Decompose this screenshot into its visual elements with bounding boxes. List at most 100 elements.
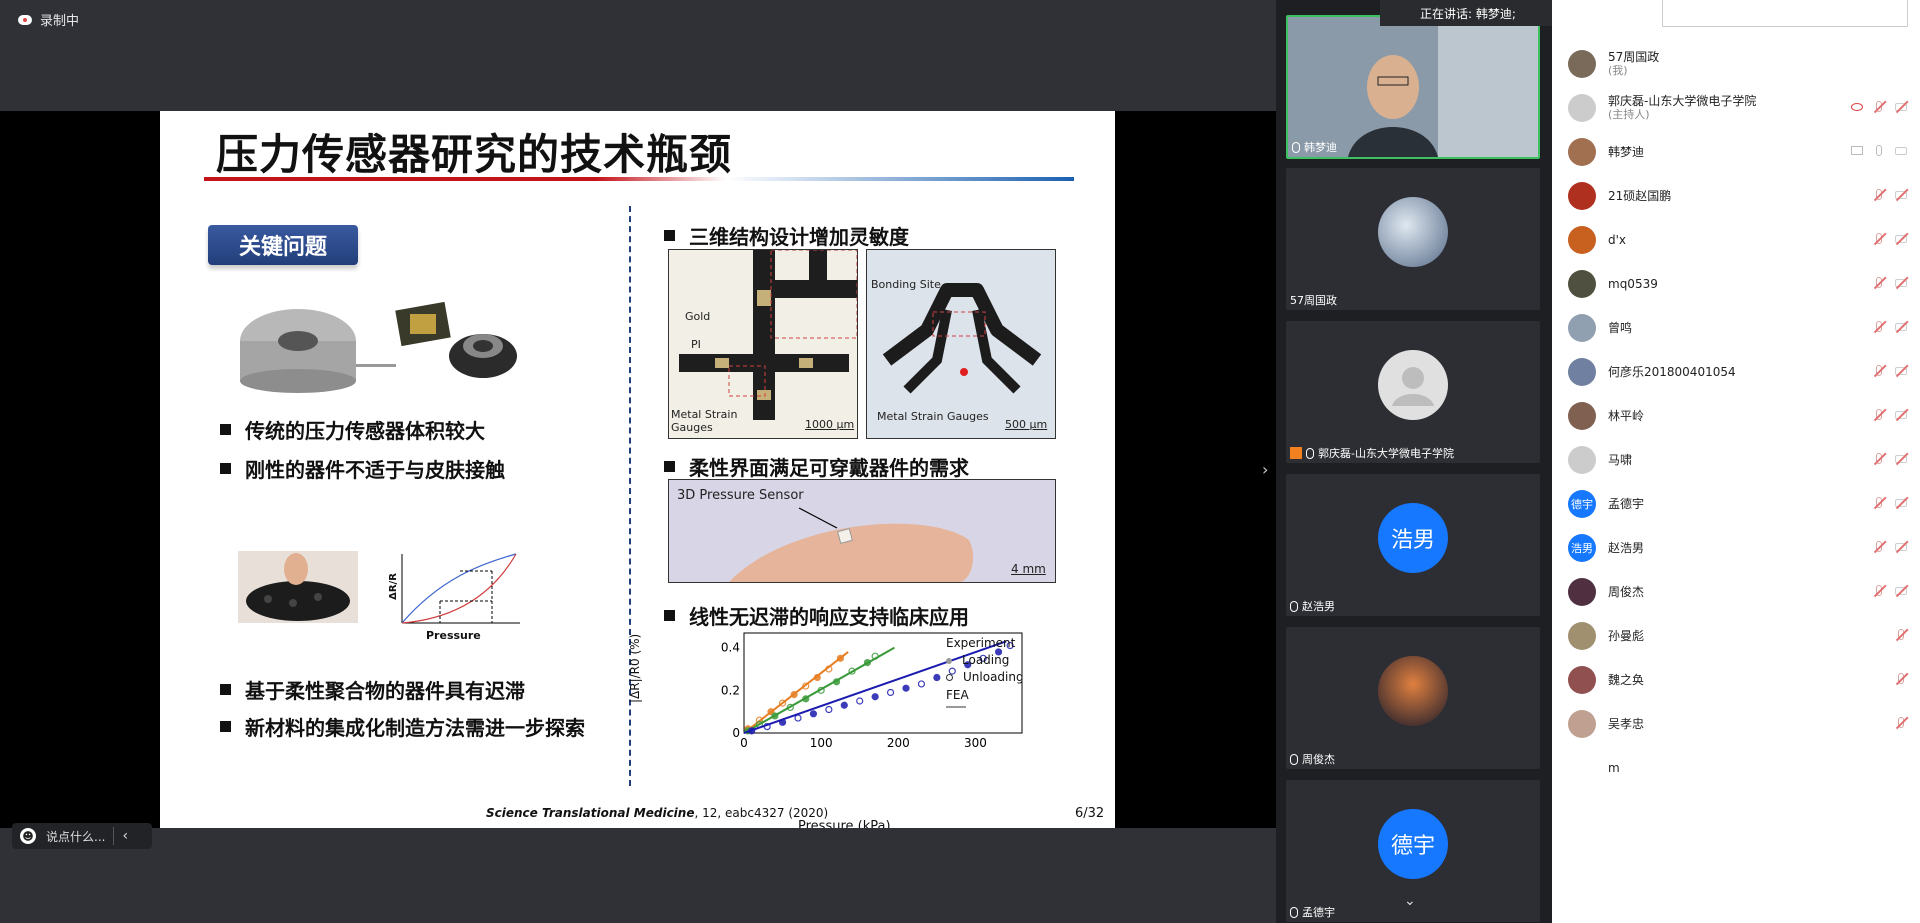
- participant-name: mq0539: [1608, 277, 1658, 291]
- video-column: 韩梦迪 57周国政 郭庆磊-山东大学微电子学院 浩男 赵浩男 周俊杰 德宇 孟德…: [1276, 0, 1552, 923]
- participant-row[interactable]: 孙曼彪: [1568, 618, 1908, 654]
- camera-off-icon[interactable]: [1894, 496, 1908, 510]
- camera-off-icon[interactable]: [1894, 540, 1908, 554]
- title-underline: [204, 177, 1074, 181]
- microphone-muted-icon[interactable]: [1894, 672, 1908, 686]
- participant-name-block: 57周国政 (我): [1608, 50, 1659, 78]
- participant-name: 郭庆磊-山东大学微电子学院: [1318, 447, 1454, 460]
- recording-indicator[interactable]: 录制中: [18, 10, 79, 29]
- legend-fea-label: FEA: [946, 688, 969, 702]
- data-point: [802, 695, 810, 703]
- chat-placeholder: 说点什么...: [46, 829, 106, 844]
- camera-off-icon[interactable]: [1894, 364, 1908, 378]
- participant-row[interactable]: 郭庆磊-山东大学微电子学院 (主持人): [1568, 90, 1908, 126]
- video-tile[interactable]: 周俊杰: [1286, 627, 1540, 769]
- microphone-muted-icon[interactable]: [1872, 496, 1886, 510]
- eye-icon[interactable]: [1850, 100, 1864, 114]
- microphone-muted-icon[interactable]: [1872, 364, 1886, 378]
- participant-row[interactable]: mq0539: [1568, 266, 1908, 302]
- video-tile[interactable]: 郭庆磊-山东大学微电子学院: [1286, 321, 1540, 463]
- camera-off-icon[interactable]: [1894, 320, 1908, 334]
- microphone-muted-icon[interactable]: [1872, 584, 1886, 598]
- participant-name: 孟德宇: [1608, 497, 1645, 511]
- participant-row[interactable]: 周俊杰: [1568, 574, 1908, 610]
- participant-name-block: d'x: [1608, 233, 1626, 247]
- participant-name: 21硕赵国鹏: [1608, 189, 1672, 203]
- video-tile[interactable]: 浩男 赵浩男: [1286, 474, 1540, 616]
- legend-loading: Loading: [946, 652, 1024, 669]
- video-tile[interactable]: 57周国政: [1286, 168, 1540, 310]
- participant-row[interactable]: 魏之奂: [1568, 662, 1908, 698]
- bullet-square-icon: [220, 721, 231, 732]
- participant-name: m: [1608, 761, 1620, 775]
- camera-off-icon[interactable]: [1894, 276, 1908, 290]
- key-issue-badge: 关键问题: [208, 225, 358, 265]
- participant-row[interactable]: 马啸: [1568, 442, 1908, 478]
- participant-name-block: 曾鸣: [1608, 321, 1632, 335]
- bullet-text: 新材料的集成化制造方法需进一步探索: [245, 716, 585, 740]
- emoji-icon[interactable]: ☻: [20, 828, 36, 844]
- participant-row[interactable]: 57周国政 (我): [1568, 46, 1908, 82]
- legend-title: Experiment: [946, 636, 1016, 650]
- microphone-muted-icon: [1290, 906, 1298, 918]
- camera-off-icon[interactable]: [1894, 188, 1908, 202]
- data-point: [832, 678, 841, 686]
- y-tick-label: 0.2: [721, 683, 740, 697]
- data-point: [856, 697, 864, 705]
- data-point: [840, 701, 848, 709]
- microphone-muted-icon[interactable]: [1872, 320, 1886, 334]
- participant-name-block: m: [1608, 761, 1620, 775]
- microphone-muted-icon[interactable]: [1894, 628, 1908, 642]
- bullet-text: 基于柔性聚合物的器件具有迟滞: [245, 679, 525, 703]
- participant-row[interactable]: m: [1568, 750, 1908, 786]
- camera-icon[interactable]: [1894, 144, 1908, 158]
- participant-row[interactable]: 何彦乐201800401054: [1568, 354, 1908, 390]
- camera-off-icon[interactable]: [1894, 452, 1908, 466]
- hysteresis-graph: [401, 553, 520, 624]
- slide-title: 压力传感器研究的技术瓶颈: [216, 130, 733, 179]
- avatar-text: 德宇: [1378, 809, 1448, 879]
- participant-row[interactable]: 德宇 孟德宇: [1568, 486, 1908, 522]
- microphone-muted-icon[interactable]: [1872, 540, 1886, 554]
- participant-status-icons: [1894, 628, 1908, 642]
- microphone-muted-icon: [1290, 600, 1298, 612]
- scale-bar-label: 1000 μm: [805, 418, 855, 431]
- microphone-muted-icon[interactable]: [1872, 100, 1886, 114]
- participant-row[interactable]: 曾鸣: [1568, 310, 1908, 346]
- camera-off-icon[interactable]: [1894, 100, 1908, 114]
- microphone-muted-icon[interactable]: [1872, 188, 1886, 202]
- hollow-dot-icon: [946, 674, 953, 681]
- participant-row[interactable]: 浩男 赵浩男: [1568, 530, 1908, 566]
- microphone-muted-icon[interactable]: [1894, 716, 1908, 730]
- chat-input[interactable]: ☻ 说点什么... ‹: [12, 823, 152, 849]
- camera-off-icon[interactable]: [1894, 408, 1908, 422]
- microphone-muted-icon[interactable]: [1872, 276, 1886, 290]
- microphone-muted-icon[interactable]: [1872, 408, 1886, 422]
- participant-name: 魏之奂: [1608, 673, 1645, 687]
- microphone-muted-icon[interactable]: [1872, 452, 1886, 466]
- x-tick-label: 0: [740, 736, 748, 750]
- camera-off-icon[interactable]: [1894, 232, 1908, 246]
- participant-row[interactable]: 林平岭: [1568, 398, 1908, 434]
- participant-row[interactable]: 21硕赵国鹏: [1568, 178, 1908, 214]
- section-heading: 柔性界面满足可穿戴器件的需求: [664, 452, 969, 481]
- participant-row[interactable]: 吴孝忠: [1568, 706, 1908, 742]
- chevron-left-icon[interactable]: ‹: [122, 828, 128, 844]
- strain-gauge-image: Gold PI Metal Strain Gauges 1000 μm: [668, 249, 858, 439]
- avatar: [1568, 138, 1596, 166]
- chevron-right-icon[interactable]: ›: [1262, 460, 1268, 479]
- search-input[interactable]: [1662, 0, 1908, 27]
- participant-row[interactable]: 韩梦迪: [1568, 134, 1908, 170]
- screen-share-icon[interactable]: [1850, 144, 1864, 158]
- participant-status-icons: [1872, 496, 1908, 510]
- video-tile-speaker[interactable]: 韩梦迪: [1286, 15, 1540, 159]
- microphone-muted-icon[interactable]: [1872, 232, 1886, 246]
- microphone-icon[interactable]: [1872, 144, 1886, 158]
- participant-row[interactable]: d'x: [1568, 222, 1908, 258]
- participant-status-icons: [1872, 408, 1908, 422]
- chevron-down-icon[interactable]: ⌄: [1404, 893, 1416, 909]
- bottom-bar: [0, 828, 1276, 923]
- data-point: [933, 673, 941, 682]
- camera-off-icon[interactable]: [1894, 584, 1908, 598]
- chart-ylabel: |ΔR|/R0 (%): [628, 633, 642, 703]
